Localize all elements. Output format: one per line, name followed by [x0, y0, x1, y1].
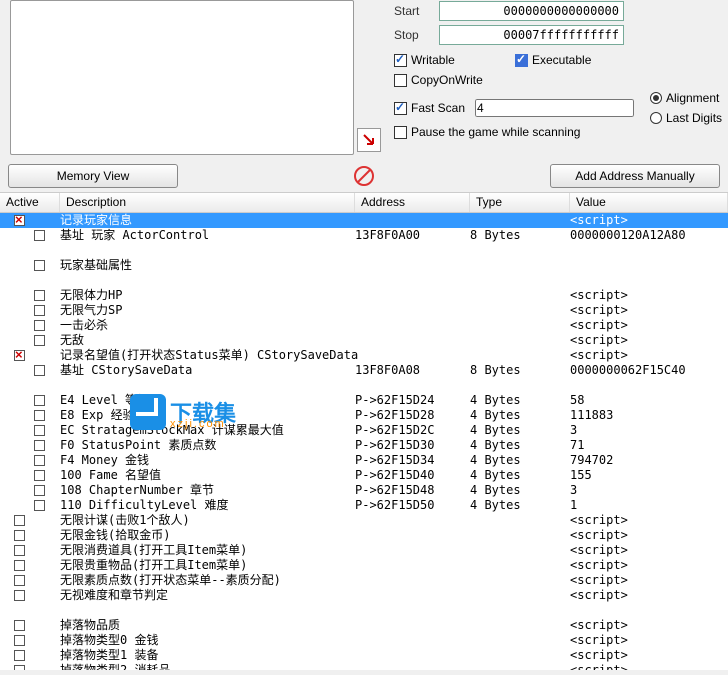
- copy-selection-button[interactable]: [357, 128, 381, 152]
- col-address[interactable]: Address: [355, 193, 470, 212]
- table-row[interactable]: 110 DifficultyLevel 难度P->62F15D504 Bytes…: [0, 498, 728, 513]
- table-row[interactable]: [0, 378, 728, 393]
- active-checkbox[interactable]: [34, 470, 45, 481]
- active-checkbox[interactable]: [14, 350, 25, 361]
- start-label: Start: [394, 4, 439, 18]
- active-checkbox[interactable]: [34, 230, 45, 241]
- memory-view-button[interactable]: Memory View: [8, 164, 178, 188]
- start-input[interactable]: [439, 1, 624, 21]
- active-checkbox[interactable]: [14, 575, 25, 586]
- copyonwrite-label: CopyOnWrite: [411, 73, 483, 87]
- add-address-manually-button[interactable]: Add Address Manually: [550, 164, 720, 188]
- table-row[interactable]: 一击必杀<script>: [0, 318, 728, 333]
- active-checkbox[interactable]: [14, 545, 25, 556]
- table-row[interactable]: F0 StatusPoint 素质点数P->62F15D304 Bytes71: [0, 438, 728, 453]
- table-row[interactable]: 掉落物类型0 金钱<script>: [0, 633, 728, 648]
- no-entry-icon[interactable]: [352, 164, 376, 188]
- table-row[interactable]: 108 ChapterNumber 章节P->62F15D484 Bytes3: [0, 483, 728, 498]
- executable-checkbox[interactable]: [515, 54, 528, 67]
- table-row[interactable]: 无限消费道具(打开工具Item菜单)<script>: [0, 543, 728, 558]
- col-description[interactable]: Description: [60, 193, 355, 212]
- table-row[interactable]: [0, 243, 728, 258]
- table-row[interactable]: 100 Fame 名望值P->62F15D404 Bytes155: [0, 468, 728, 483]
- search-results-panel: [10, 0, 354, 155]
- active-checkbox[interactable]: [14, 530, 25, 541]
- table-row[interactable]: 掉落物类型2 消耗品<script>: [0, 663, 728, 670]
- address-list-table: Active Description Address Type Value 记录…: [0, 192, 728, 670]
- active-checkbox[interactable]: [34, 290, 45, 301]
- table-row[interactable]: 无敌<script>: [0, 333, 728, 348]
- active-checkbox[interactable]: [34, 320, 45, 331]
- table-row[interactable]: F4 Money 金钱P->62F15D344 Bytes794702: [0, 453, 728, 468]
- table-row[interactable]: 掉落物品质<script>: [0, 618, 728, 633]
- active-checkbox[interactable]: [34, 365, 45, 376]
- table-row[interactable]: E8 Exp 经验P->62F15D284 Bytes111883: [0, 408, 728, 423]
- fastscan-checkbox[interactable]: [394, 102, 407, 115]
- stop-label: Stop: [394, 28, 439, 42]
- table-row[interactable]: [0, 603, 728, 618]
- table-row[interactable]: 无限计谋(击败1个敌人)<script>: [0, 513, 728, 528]
- alignment-radio[interactable]: [650, 92, 662, 104]
- active-checkbox[interactable]: [34, 455, 45, 466]
- pause-checkbox[interactable]: [394, 126, 407, 139]
- table-row[interactable]: EC StratagemStockMax 计谋累最大值P->62F15D2C4 …: [0, 423, 728, 438]
- fastscan-label: Fast Scan: [411, 101, 471, 115]
- table-row[interactable]: 无限素质点数(打开状态菜单--素质分配)<script>: [0, 573, 728, 588]
- table-row[interactable]: 记录名望值(打开状态Status菜单) CStorySaveData<scrip…: [0, 348, 728, 363]
- active-checkbox[interactable]: [14, 515, 25, 526]
- copyonwrite-checkbox[interactable]: [394, 74, 407, 87]
- table-row[interactable]: 掉落物类型1 装备<script>: [0, 648, 728, 663]
- active-checkbox[interactable]: [34, 500, 45, 511]
- table-header: Active Description Address Type Value: [0, 193, 728, 213]
- table-row[interactable]: 无限体力HP<script>: [0, 288, 728, 303]
- col-type[interactable]: Type: [470, 193, 570, 212]
- executable-label: Executable: [532, 53, 591, 67]
- active-checkbox[interactable]: [34, 305, 45, 316]
- table-row[interactable]: 基址 玩家 ActorControl13F8F0A008 Bytes000000…: [0, 228, 728, 243]
- active-checkbox[interactable]: [34, 395, 45, 406]
- active-checkbox[interactable]: [34, 335, 45, 346]
- active-checkbox[interactable]: [14, 635, 25, 646]
- writable-checkbox[interactable]: [394, 54, 407, 67]
- pause-label: Pause the game while scanning: [411, 125, 580, 139]
- table-row[interactable]: [0, 273, 728, 288]
- scan-options-panel: Start Stop Writable Executable CopyOnWri…: [394, 0, 728, 160]
- table-row[interactable]: 无视难度和章节判定<script>: [0, 588, 728, 603]
- lastdigits-radio[interactable]: [650, 112, 662, 124]
- table-row[interactable]: 玩家基础属性: [0, 258, 728, 273]
- writable-label: Writable: [411, 53, 511, 67]
- table-row[interactable]: E4 Level 等级P->62F15D244 Bytes58: [0, 393, 728, 408]
- active-checkbox[interactable]: [34, 440, 45, 451]
- col-value[interactable]: Value: [570, 193, 728, 212]
- active-checkbox[interactable]: [34, 485, 45, 496]
- col-active[interactable]: Active: [0, 193, 60, 212]
- active-checkbox[interactable]: [14, 620, 25, 631]
- table-row[interactable]: 记录玩家信息<script>: [0, 213, 728, 228]
- active-checkbox[interactable]: [14, 650, 25, 661]
- alignment-label: Alignment: [666, 91, 719, 105]
- table-body[interactable]: 记录玩家信息<script>基址 玩家 ActorControl13F8F0A0…: [0, 213, 728, 670]
- table-row[interactable]: 无限贵重物品(打开工具Item菜单)<script>: [0, 558, 728, 573]
- active-checkbox[interactable]: [34, 260, 45, 271]
- fastscan-input[interactable]: [475, 99, 634, 117]
- active-checkbox[interactable]: [14, 560, 25, 571]
- table-row[interactable]: 基址 CStorySaveData13F8F0A088 Bytes0000000…: [0, 363, 728, 378]
- table-row[interactable]: 无限金钱(拾取金币)<script>: [0, 528, 728, 543]
- active-checkbox[interactable]: [34, 425, 45, 436]
- active-checkbox[interactable]: [14, 665, 25, 670]
- stop-input[interactable]: [439, 25, 624, 45]
- lastdigits-label: Last Digits: [666, 111, 722, 125]
- active-checkbox[interactable]: [34, 410, 45, 421]
- active-checkbox[interactable]: [14, 215, 25, 226]
- table-row[interactable]: 无限气力SP<script>: [0, 303, 728, 318]
- active-checkbox[interactable]: [14, 590, 25, 601]
